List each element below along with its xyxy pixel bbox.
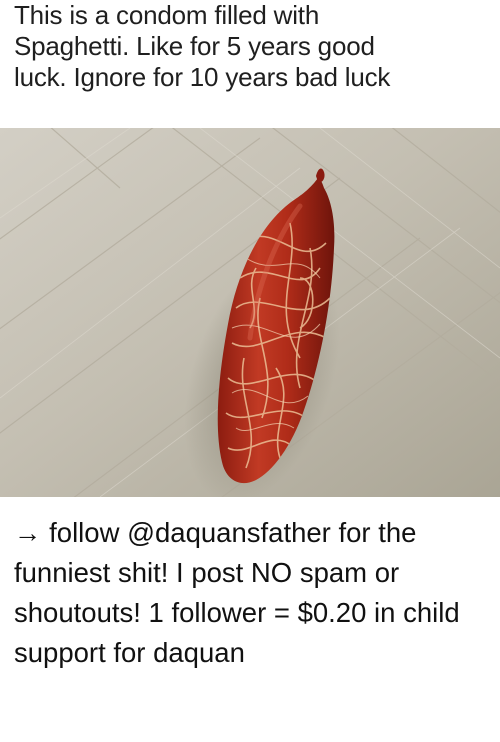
meme-image: This is a condom filled with Spaghetti. …	[0, 0, 500, 497]
arrow-icon: →	[14, 517, 42, 548]
photo-illustration	[0, 128, 500, 497]
meme-caption: This is a condom filled with Spaghetti. …	[14, 0, 391, 92]
post-caption: → follow @daquansfather for the funniest…	[14, 513, 492, 673]
post-caption-text: follow @daquansfather for the funniest s…	[14, 517, 460, 668]
photo	[0, 128, 500, 497]
